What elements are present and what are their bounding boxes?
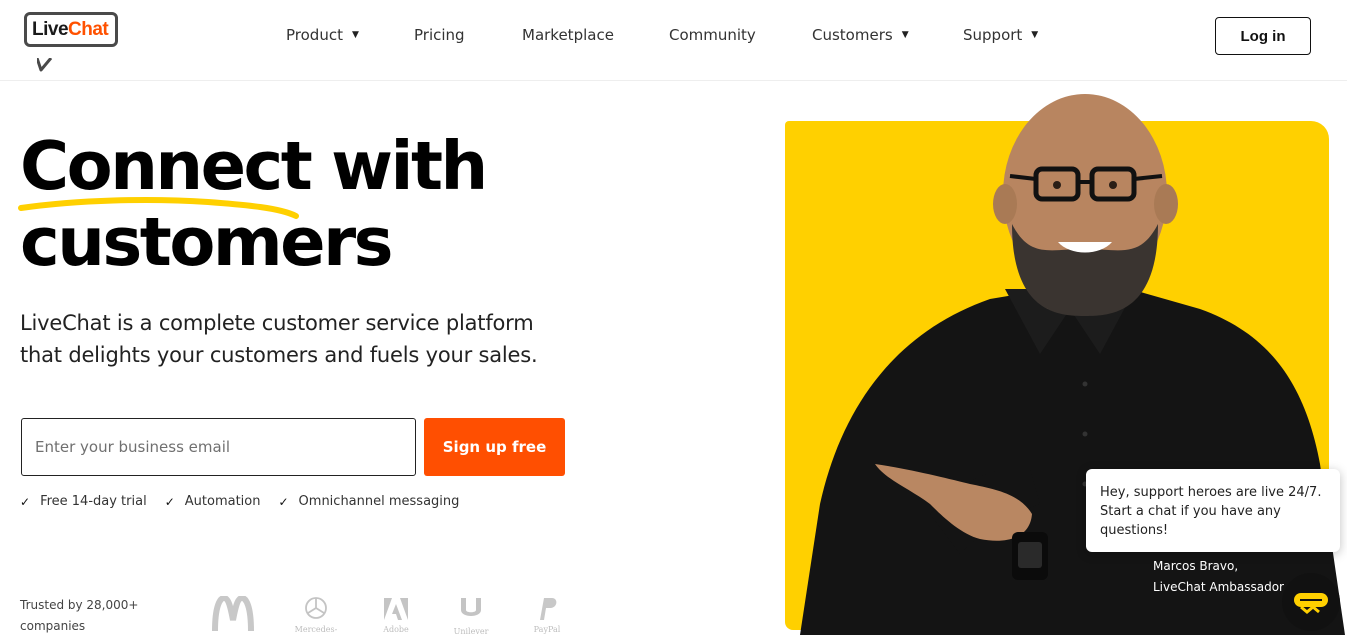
yellow-underline-stroke xyxy=(18,197,299,219)
feature-list: ✓ Free 14-day trial ✓ Automation ✓ Omnic… xyxy=(20,494,477,509)
main-nav: Product ▼ Pricing Marketplace Community C… xyxy=(286,24,1038,46)
chat-bubble-icon xyxy=(1294,593,1328,614)
feature-label: Automation xyxy=(184,494,261,509)
nav-label: Customers xyxy=(812,26,893,44)
chat-message-line-2: Start a chat if you have any xyxy=(1100,504,1281,519)
nav-item-customers[interactable]: Customers ▼ xyxy=(812,26,963,44)
nav-label: Product xyxy=(286,26,343,44)
mercedes-caption: Mercedes-Benz xyxy=(294,625,338,635)
check-icon: ✓ xyxy=(278,494,289,509)
site-header: LiveChat Product ▼ Pricing Marketplace Co… xyxy=(0,0,1347,81)
login-button[interactable]: Log in xyxy=(1215,17,1311,55)
hero-title-highlight-word: Connect xyxy=(20,127,313,205)
trusted-line-2: companies xyxy=(20,619,86,633)
trusted-line-1: Trusted by 28,000+ xyxy=(20,598,139,612)
nav-label: Marketplace xyxy=(522,26,614,44)
unilever-caption: Unilever xyxy=(453,627,489,635)
feature-label: Omnichannel messaging xyxy=(298,494,460,509)
paypal-logo: PayPal xyxy=(527,596,567,634)
hero-title-rest: with xyxy=(310,127,488,205)
check-icon: ✓ xyxy=(164,494,175,509)
nav-item-support[interactable]: Support ▼ xyxy=(963,26,1038,44)
chat-message-line-3: questions! xyxy=(1100,523,1169,538)
livechat-logo[interactable]: LiveChat xyxy=(24,12,119,72)
mcdonalds-logo xyxy=(212,594,254,635)
nav-label: Pricing xyxy=(414,26,465,44)
nav-label: Community xyxy=(669,26,756,44)
ambassador-caption: Marcos Bravo, LiveChat Ambassador xyxy=(1153,556,1284,598)
email-input[interactable] xyxy=(21,418,416,476)
paypal-caption: PayPal xyxy=(533,625,561,634)
logo-mark: LiveChat xyxy=(24,12,119,72)
feature-item: ✓ Free 14-day trial xyxy=(20,494,147,509)
check-icon: ✓ xyxy=(20,494,31,509)
unilever-logo: Unilever xyxy=(452,596,490,635)
trusted-by-text: Trusted by 28,000+ companies xyxy=(20,595,160,635)
chevron-down-icon: ▼ xyxy=(1031,30,1039,40)
chat-greeting-bubble[interactable]: Hey, support heroes are live 24/7. Start… xyxy=(1086,469,1340,552)
hero-subtitle: LiveChat is a complete customer service … xyxy=(20,307,580,371)
chat-widget-button[interactable] xyxy=(1282,573,1340,631)
logo-text-live: Live xyxy=(32,19,69,40)
adobe-caption: Adobe xyxy=(383,625,409,634)
nav-item-product[interactable]: Product ▼ xyxy=(286,26,414,44)
hero-title-line-1: Connect with xyxy=(20,127,488,205)
feature-label: Free 14-day trial xyxy=(40,494,147,509)
logo-text-chat: Chat xyxy=(68,19,109,40)
mercedes-benz-logo: Mercedes-Benz xyxy=(285,596,347,635)
ambassador-title: LiveChat Ambassador xyxy=(1153,580,1284,594)
feature-item: ✓ Omnichannel messaging xyxy=(278,494,459,509)
nav-item-marketplace[interactable]: Marketplace xyxy=(522,26,669,44)
signup-button[interactable]: Sign up free xyxy=(424,418,565,476)
ambassador-name: Marcos Bravo, xyxy=(1153,559,1239,573)
chevron-down-icon: ▼ xyxy=(351,30,359,40)
nav-item-community[interactable]: Community xyxy=(669,26,812,44)
chevron-down-icon: ▼ xyxy=(901,30,909,40)
chat-message-line-1: Hey, support heroes are live 24/7. xyxy=(1100,485,1322,500)
adobe-logo: Adobe xyxy=(380,596,412,634)
nav-label: Support xyxy=(963,26,1023,44)
hero-subtitle-line-2: that delights your customers and fuels y… xyxy=(20,343,538,367)
nav-item-pricing[interactable]: Pricing xyxy=(414,26,522,44)
hero-subtitle-line-1: LiveChat is a complete customer service … xyxy=(20,311,534,335)
feature-item: ✓ Automation xyxy=(165,494,261,509)
ambassador-photo xyxy=(800,94,1345,635)
